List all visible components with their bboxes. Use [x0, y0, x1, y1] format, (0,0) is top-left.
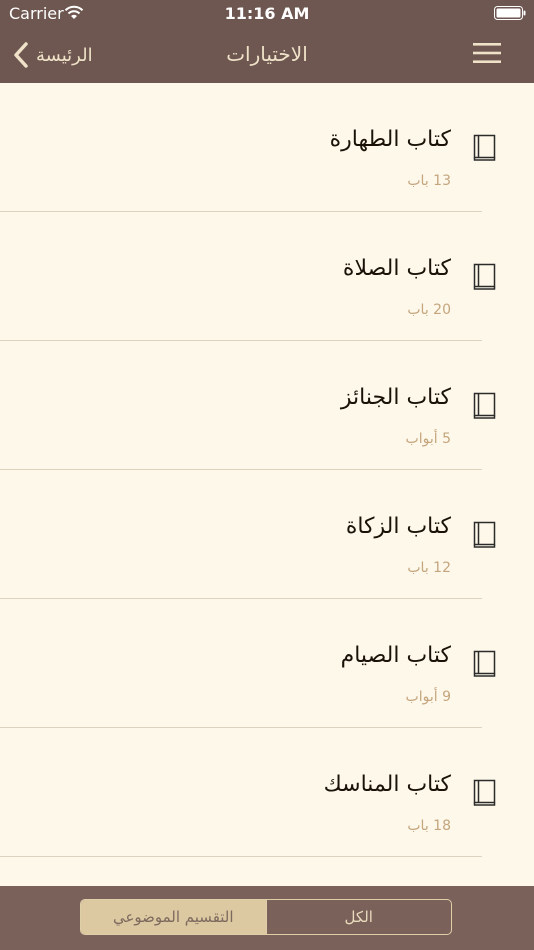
item-title: كتاب الصلاة: [342, 256, 451, 281]
back-button-label: الرئيسة: [36, 44, 93, 66]
item-title: كتاب الزكاة: [345, 514, 451, 539]
item-subtitle: 9 أبواب: [405, 689, 451, 705]
list-item[interactable]: كتاب الجنائز 5 أبواب: [0, 341, 534, 470]
item-title: كتاب الطهارة: [329, 127, 451, 152]
item-title: كتاب الجنائز: [340, 385, 451, 410]
segment-all[interactable]: الكل: [265, 900, 452, 934]
bottom-toolbar: التقسيم الموضوعي الكل: [0, 886, 534, 950]
book-icon: [473, 134, 496, 161]
item-subtitle: 18 باب: [407, 818, 451, 834]
item-subtitle: 12 باب: [407, 560, 451, 576]
item-subtitle: 5 أبواب: [405, 431, 451, 447]
segment-topical-label: التقسيم الموضوعي: [112, 908, 234, 926]
book-icon: [473, 263, 496, 290]
battery-icon: [494, 6, 526, 20]
item-title: كتاب الصيام: [340, 643, 451, 668]
book-icon: [473, 779, 496, 806]
item-subtitle: 13 باب: [407, 173, 451, 189]
book-icon: [473, 521, 496, 548]
book-icon: [473, 650, 496, 677]
item-title: كتاب المناسك: [323, 772, 451, 797]
chevron-left-icon: [14, 42, 28, 68]
menu-icon[interactable]: [472, 40, 502, 66]
book-list: كتاب الطهارة 13 باب كتاب الصلاة 20 باب ك…: [0, 83, 534, 857]
segment-topical[interactable]: التقسيم الموضوعي: [81, 900, 266, 934]
status-time: 11:16 AM: [224, 4, 310, 23]
list-item[interactable]: كتاب الصيام 9 أبواب: [0, 599, 534, 728]
list-item[interactable]: كتاب المناسك 18 باب: [0, 728, 534, 857]
back-button[interactable]: الرئيسة: [12, 38, 93, 72]
status-bar: Carrier 11:16 AM: [0, 0, 534, 28]
item-subtitle: 20 باب: [407, 302, 451, 318]
book-icon: [473, 392, 496, 419]
segmented-control: التقسيم الموضوعي الكل: [80, 899, 452, 935]
divider: [0, 856, 482, 857]
list-item[interactable]: كتاب الطهارة 13 باب: [0, 83, 534, 212]
list-item[interactable]: كتاب الصلاة 20 باب: [0, 212, 534, 341]
segment-all-label: الكل: [344, 908, 373, 926]
nav-bar: الرئيسة الاختيارات: [0, 28, 534, 83]
list-item[interactable]: كتاب الزكاة 12 باب: [0, 470, 534, 599]
